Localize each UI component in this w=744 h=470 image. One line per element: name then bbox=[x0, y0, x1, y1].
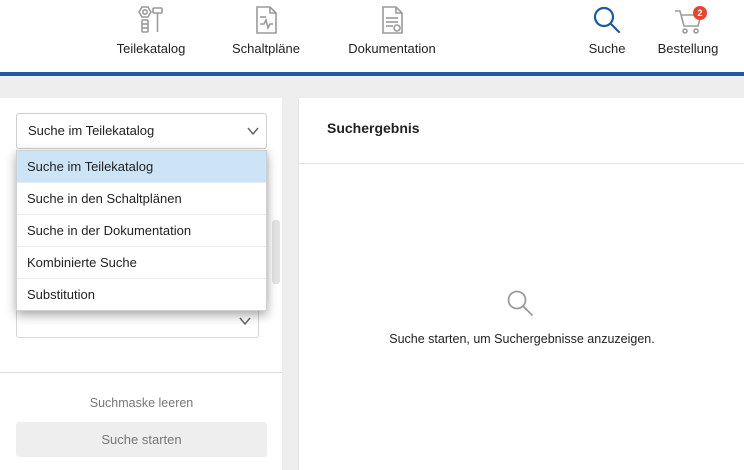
nav-label-dokumentation: Dokumentation bbox=[348, 41, 436, 56]
search-scope-dropdown: Suche im Teilekatalog Suche in den Schal… bbox=[16, 150, 267, 311]
nav-schaltplaene[interactable]: Schaltpläne bbox=[226, 0, 306, 72]
nav-label-bestellung: Bestellung bbox=[657, 41, 719, 56]
start-search-button[interactable]: Suche starten bbox=[16, 422, 267, 457]
search-icon bbox=[593, 6, 621, 34]
dropdown-option-teilekatalog[interactable]: Suche im Teilekatalog bbox=[17, 151, 266, 183]
chevron-down-icon bbox=[239, 317, 251, 326]
nav-label-suche: Suche bbox=[588, 41, 626, 56]
nav-label-teilekatalog: Teilekatalog bbox=[116, 41, 186, 56]
chevron-down-icon bbox=[247, 127, 259, 136]
circuit-diagram-icon bbox=[256, 6, 277, 34]
nav-dokumentation[interactable]: Dokumentation bbox=[340, 0, 444, 72]
top-navigation: Teilekatalog Schaltpläne Dokumentation S… bbox=[0, 0, 744, 72]
search-panel-scrollbar[interactable] bbox=[272, 220, 280, 284]
nav-bestellung[interactable]: 2 Bestellung bbox=[652, 0, 724, 72]
nav-label-schaltplaene: Schaltpläne bbox=[232, 41, 300, 56]
nav-accent-line bbox=[0, 72, 744, 76]
dropdown-option-schaltplaene[interactable]: Suche in den Schaltplänen bbox=[17, 183, 266, 215]
dropdown-option-substitution[interactable]: Substitution bbox=[17, 279, 266, 311]
results-title: Suchergebnis bbox=[327, 120, 420, 136]
results-panel: Suchergebnis Suche starten, um Suchergeb… bbox=[298, 98, 744, 470]
nav-teilekatalog[interactable]: Teilekatalog bbox=[110, 0, 192, 72]
nav-suche[interactable]: Suche bbox=[584, 0, 630, 72]
results-header: Suchergebnis bbox=[299, 98, 744, 164]
search-scope-value: Suche im Teilekatalog bbox=[28, 123, 155, 138]
cart-count-badge: 2 bbox=[693, 6, 707, 20]
dropdown-option-dokumentation[interactable]: Suche in der Dokumentation bbox=[17, 215, 266, 247]
parts-catalog-icon bbox=[138, 6, 163, 33]
dropdown-option-kombinierte-suche[interactable]: Kombinierte Suche bbox=[17, 247, 266, 279]
documentation-icon bbox=[382, 6, 403, 34]
clear-search-link[interactable]: Suchmaske leeren bbox=[16, 396, 267, 410]
search-icon bbox=[507, 290, 533, 316]
search-scope-select[interactable]: Suche im Teilekatalog bbox=[16, 113, 267, 149]
empty-results-message: Suche starten, um Suchergebnisse anzuzei… bbox=[389, 332, 655, 346]
